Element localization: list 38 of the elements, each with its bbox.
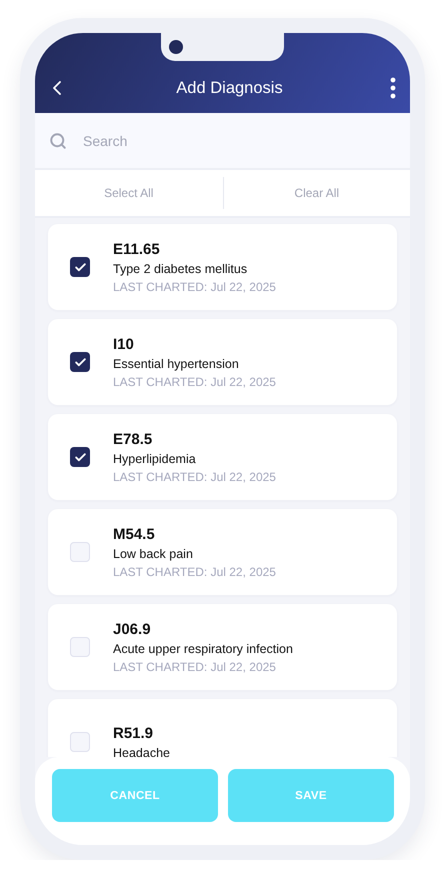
diagnosis-name: Type 2 diabetes mellitus <box>113 262 248 276</box>
checkbox[interactable] <box>70 732 90 752</box>
diagnosis-card[interactable]: R51.9 Headache <box>48 699 397 757</box>
checkbox[interactable] <box>70 447 90 467</box>
diagnosis-name: Hyperlipidemia <box>113 452 197 466</box>
checkbox[interactable] <box>70 637 90 657</box>
camera-icon <box>169 40 183 54</box>
checkbox[interactable] <box>70 257 90 277</box>
screen-title: Add Diagnosis <box>175 78 284 98</box>
search-bar[interactable]: Search <box>35 113 410 170</box>
diagnosis-code: E11.65 <box>113 240 161 258</box>
last-charted-date: LAST CHARTED: Jul 22, 2025 <box>113 660 277 674</box>
diagnosis-name: Headache <box>113 746 170 757</box>
last-charted-date: LAST CHARTED: Jul 22, 2025 <box>113 280 276 294</box>
diagnosis-code: R51.9 <box>113 724 154 742</box>
diagnosis-code: I10 <box>113 336 135 352</box>
diagnosis-card[interactable]: E11.65 Type 2 diabetes mellitus LAST CHARTED: Jul 22, 2025 <box>48 224 397 310</box>
diagnosis-name: Acute upper respiratory infection <box>113 642 293 656</box>
search-field[interactable]: Search <box>81 132 396 150</box>
diagnosis-code: J06.9 <box>113 620 152 638</box>
last-charted-date: LAST CHARTED: Jul 22, 2025 <box>113 564 276 578</box>
diagnosis-card[interactable]: J06.9 Acute upper respiratory infection LAST CHARTED: Jul 22, 2025 <box>48 604 397 690</box>
diagnosis-name: Essential hypertension <box>113 356 240 370</box>
diagnosis-card[interactable]: I10 Essential hypertension LAST CHARTED: Jul 22, 2025 <box>48 319 397 405</box>
more-menu-button[interactable] <box>390 77 396 99</box>
last-charted-date: LAST CHARTED: Jul 22, 2025 <box>113 374 276 388</box>
check-icon <box>74 260 86 274</box>
last-charted-date: LAST CHARTED: Jul 22, 2025 <box>113 470 276 484</box>
diagnosis-card[interactable]: M54.5 Low back pain LAST CHARTED: Jul 22, 2025 <box>48 509 397 595</box>
check-icon <box>74 450 86 464</box>
check-icon <box>74 356 86 368</box>
diagnosis-card[interactable]: E78.5 Hyperlipidemia LAST CHARTED: Jul 22, 2025 <box>48 414 397 500</box>
diagnosis-code: M54.5 <box>113 526 156 542</box>
search-icon <box>49 132 67 150</box>
checkbox[interactable] <box>70 352 90 372</box>
diagnosis-code: E78.5 <box>113 430 154 448</box>
diagnosis-name: Low back pain <box>113 546 194 560</box>
checkbox[interactable] <box>70 542 90 562</box>
